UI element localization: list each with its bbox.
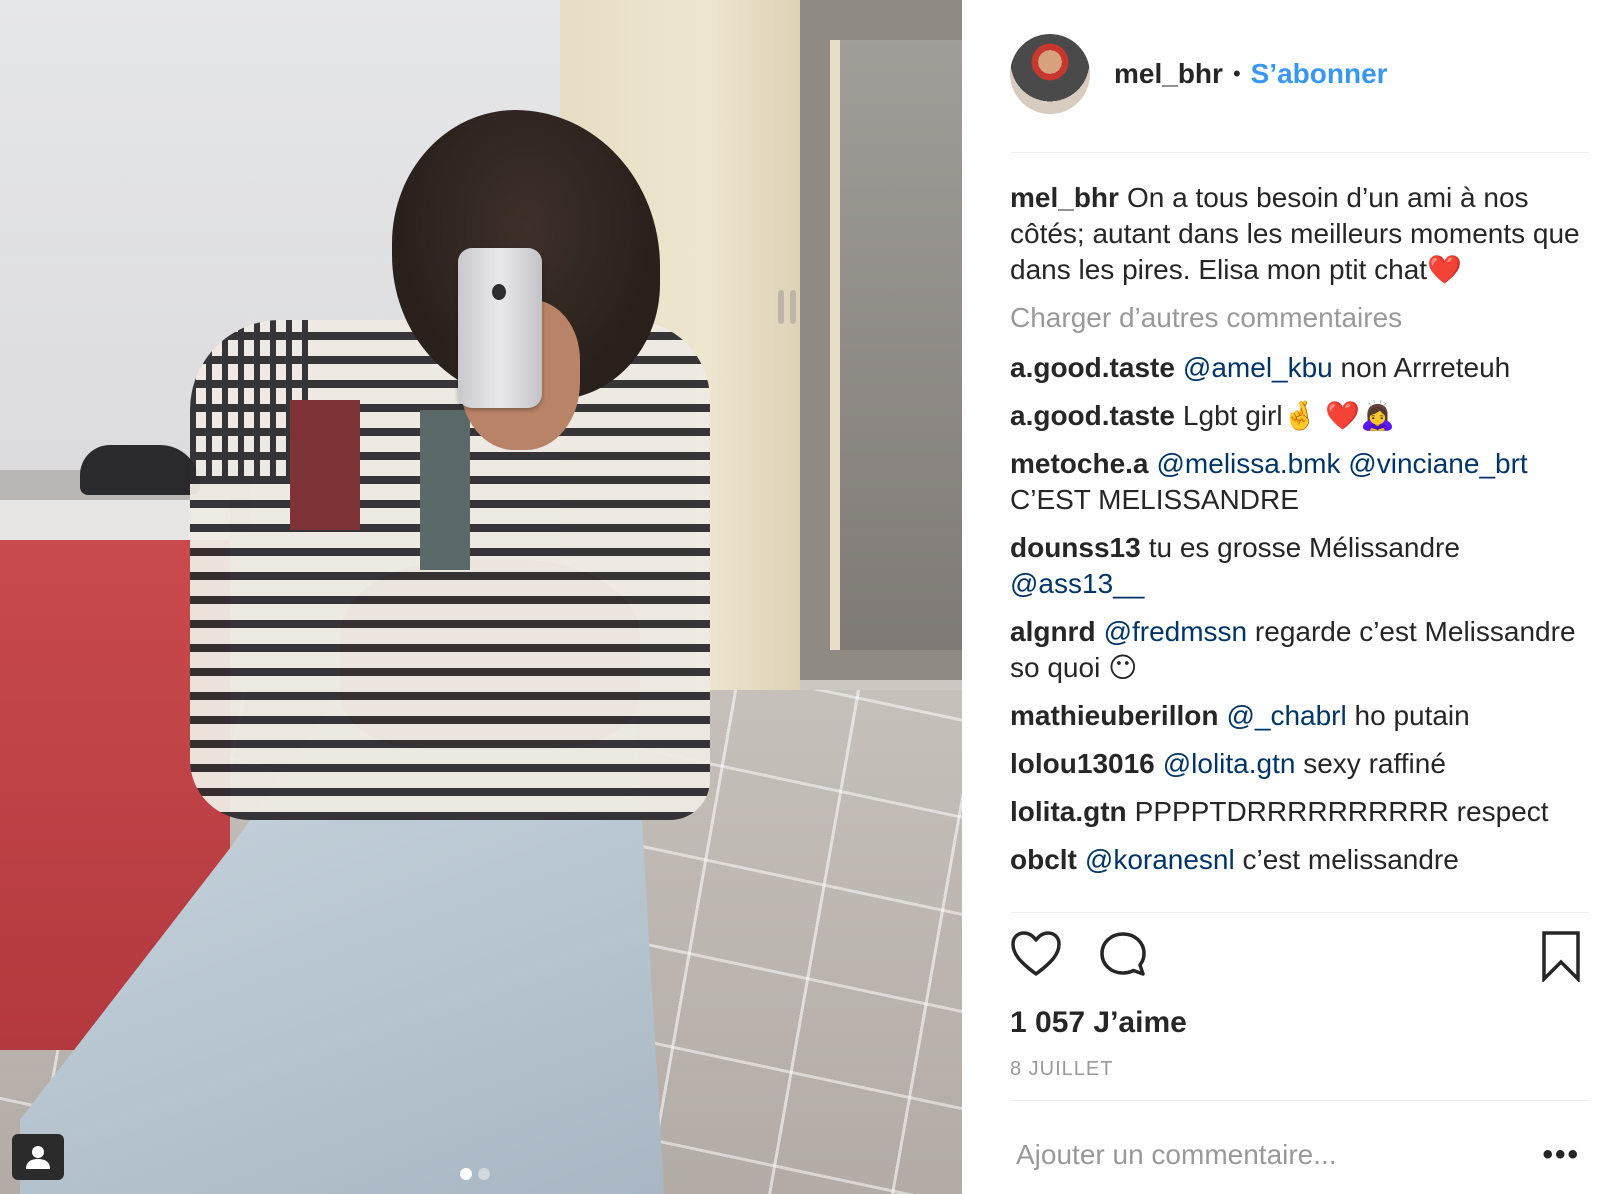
- comment-author[interactable]: metoche.a: [1010, 448, 1149, 479]
- comment-item: lolita.gtn PPPPTDRRRRRRRRRR respect: [1010, 794, 1590, 830]
- photo-shirt-pattern: [290, 400, 360, 530]
- comment-author[interactable]: algnrd: [1010, 616, 1096, 647]
- speech-bubble-icon: [1100, 932, 1146, 976]
- post-sidebar: mel_bhr • S’abonner mel_bhr On a tous bes…: [962, 0, 1624, 1194]
- action-bar: [1010, 930, 1590, 990]
- more-options-button[interactable]: •••: [1542, 1138, 1590, 1172]
- comment-item: a.good.taste Lgbt girl🤞 ❤️🙇‍♀️: [1010, 398, 1590, 434]
- bookmark-icon: [1542, 931, 1580, 984]
- comment-item: mathieuberillon @_chabrl ho putain: [1010, 698, 1590, 734]
- caption-author[interactable]: mel_bhr: [1010, 182, 1119, 213]
- comment-button[interactable]: [1098, 930, 1148, 985]
- comment-text: C’EST MELISSANDRE: [1010, 484, 1299, 515]
- avatar[interactable]: [1010, 34, 1090, 114]
- comment-text: tu es grosse Mélissandre: [1148, 532, 1460, 563]
- comment-mention[interactable]: @koranesnl: [1085, 844, 1235, 875]
- carousel-indicator: [460, 1168, 490, 1180]
- comment-mention[interactable]: @lolita.gtn: [1163, 748, 1296, 779]
- comment-author[interactable]: obclt: [1010, 844, 1077, 875]
- user-tag-button[interactable]: [12, 1134, 64, 1180]
- comment-item: algnrd @fredmssn regarde c’est Melissandr…: [1010, 614, 1590, 686]
- header-username[interactable]: mel_bhr: [1114, 58, 1223, 90]
- post-caption: mel_bhr On a tous besoin d’un ami à nos c…: [1010, 180, 1590, 288]
- person-icon: [26, 1146, 50, 1169]
- photo-shirt: [190, 320, 710, 820]
- post-header: mel_bhr • S’abonner: [1010, 34, 1388, 114]
- photo-phone: [458, 248, 542, 408]
- comment-author[interactable]: mathieuberillon: [1010, 700, 1218, 731]
- comment-container: a.good.taste @amel_kbu non Arrreteuh a.goo…: [1010, 350, 1590, 878]
- comment-mention[interactable]: @vinciane_brt: [1348, 448, 1527, 479]
- comment-mention[interactable]: @amel_kbu: [1183, 352, 1333, 383]
- comment-item: obclt @koranesnl c’est melissandre: [1010, 842, 1590, 878]
- comment-mention[interactable]: @melissa.bmk: [1157, 448, 1341, 479]
- carousel-dot[interactable]: [460, 1168, 472, 1180]
- instagram-post: mel_bhr • S’abonner mel_bhr On a tous bes…: [0, 0, 1624, 1194]
- photo-person: [0, 0, 962, 1194]
- add-comment-form: •••: [1010, 1130, 1590, 1180]
- save-button[interactable]: [1540, 930, 1582, 987]
- load-more-comments-link[interactable]: Charger d’autres commentaires: [1010, 300, 1590, 336]
- comment-text: Lgbt girl🤞 ❤️🙇‍♀️: [1182, 400, 1395, 431]
- comment-text: non Arrreteuh: [1332, 352, 1511, 383]
- comment-author[interactable]: lolita.gtn: [1010, 796, 1127, 827]
- comment-mention[interactable]: @ass13__: [1010, 568, 1144, 599]
- likes-count[interactable]: 1 057 J’aime: [1010, 1006, 1187, 1040]
- comments-divider: [1010, 912, 1590, 913]
- header-separator: •: [1232, 61, 1241, 86]
- comments-list[interactable]: mel_bhr On a tous besoin d’un ami à nos c…: [1010, 180, 1590, 910]
- footer-divider: [1010, 1100, 1590, 1101]
- comment-input[interactable]: [1010, 1138, 1543, 1172]
- comment-item: lolou13016 @lolita.gtn sexy raffiné: [1010, 746, 1590, 782]
- photo-shirt-pattern: [420, 410, 470, 570]
- comment-author[interactable]: dounss13: [1010, 532, 1141, 563]
- comment-text: sexy raffiné: [1295, 748, 1446, 779]
- comment-item: a.good.taste @amel_kbu non Arrreteuh: [1010, 350, 1590, 386]
- comment-text: c’est melissandre: [1234, 844, 1459, 875]
- comment-mention[interactable]: @fredmssn: [1104, 616, 1248, 647]
- like-button[interactable]: [1010, 930, 1062, 983]
- comment-text: PPPPTDRRRRRRRRRR respect: [1134, 796, 1549, 827]
- post-photo[interactable]: [0, 0, 962, 1194]
- comment-text: ho putain: [1346, 700, 1470, 731]
- heart-icon: [1011, 931, 1061, 976]
- comment-author[interactable]: a.good.taste: [1010, 400, 1175, 431]
- follow-button[interactable]: S’abonner: [1251, 58, 1388, 90]
- comment-item: metoche.a @melissa.bmk @vinciane_brt C’ES…: [1010, 446, 1590, 518]
- comment-mention[interactable]: @_chabrl: [1226, 700, 1346, 731]
- comment-author[interactable]: a.good.taste: [1010, 352, 1175, 383]
- comment-item: dounss13 tu es grosse Mélissandre @ass13_…: [1010, 530, 1590, 602]
- comment-author[interactable]: lolou13016: [1010, 748, 1155, 779]
- carousel-dot[interactable]: [478, 1168, 490, 1180]
- header-divider: [1010, 152, 1590, 153]
- post-date[interactable]: 8 JUILLET: [1010, 1058, 1113, 1081]
